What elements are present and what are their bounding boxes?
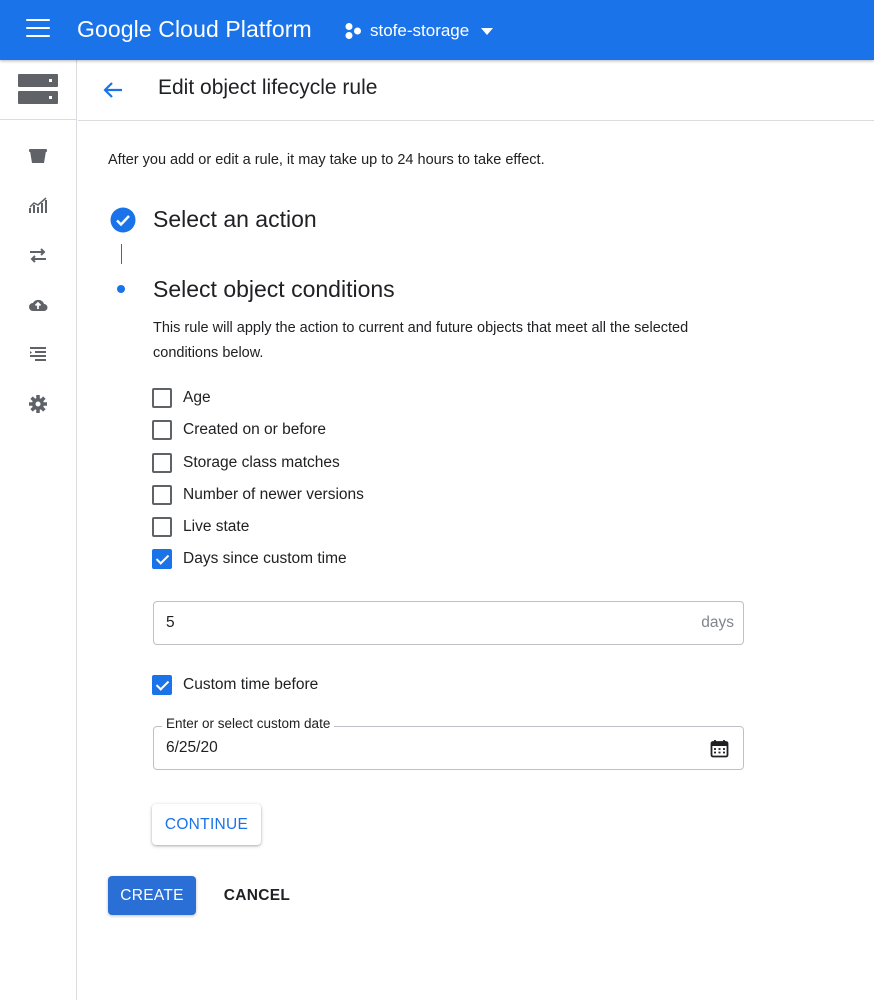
step-connector [121, 244, 122, 264]
calendar-icon[interactable] [710, 739, 729, 758]
condition-age-checkbox[interactable]: Age [152, 387, 211, 409]
custom-time-before-checkbox[interactable]: Custom time before [152, 674, 318, 696]
checkbox-label: Storage class matches [183, 454, 340, 471]
condition-created-before-checkbox[interactable]: Created on or before [152, 419, 326, 441]
checkbox[interactable] [152, 485, 172, 505]
condition-days-since-custom-time-checkbox[interactable]: Days since custom time [152, 548, 347, 570]
hamburger-menu-icon[interactable] [26, 19, 50, 39]
storage-icon[interactable] [18, 74, 58, 104]
checkbox[interactable] [152, 453, 172, 473]
checkbox-label: Custom time before [183, 676, 319, 693]
step-select-action[interactable]: Select an action [153, 206, 317, 233]
brand-title[interactable]: Google Cloud Platform [77, 16, 312, 43]
checkbox-checked[interactable] [152, 549, 172, 569]
arrow-back-icon[interactable] [100, 77, 126, 103]
step-select-conditions: Select object conditions [153, 276, 395, 302]
checkbox-label: Live state [183, 518, 250, 535]
step-description: This rule will apply the action to curre… [153, 320, 689, 361]
checkbox-label: Age [183, 389, 211, 406]
list-icon[interactable] [27, 343, 49, 365]
date-value[interactable]: 6/25/20 [166, 739, 218, 757]
project-nodes-icon [345, 23, 361, 39]
condition-newer-versions-checkbox[interactable]: Number of newer versions [152, 484, 364, 506]
active-step-indicator [117, 285, 125, 293]
sidebar-header [0, 60, 77, 120]
caret-down-icon [481, 27, 494, 35]
info-notice: After you add or edit a rule, it may tak… [108, 152, 545, 168]
days-value[interactable]: 5 [166, 614, 175, 632]
condition-storage-class-checkbox[interactable]: Storage class matches [152, 452, 340, 474]
project-selector[interactable]: stofe-storage [344, 18, 494, 44]
create-button[interactable]: CREATE [108, 876, 196, 915]
bucket-icon[interactable] [27, 145, 49, 167]
date-field-label: Enter or select custom date [162, 716, 335, 731]
checkbox-label: Days since custom time [183, 550, 347, 567]
cloud-upload-icon[interactable] [27, 294, 49, 316]
side-navigation [0, 60, 77, 1000]
checkbox-checked[interactable] [152, 675, 172, 695]
condition-live-state-checkbox[interactable]: Live state [152, 516, 249, 538]
project-name: stofe-storage [370, 21, 470, 40]
checkbox[interactable] [152, 517, 172, 537]
top-app-bar: Google Cloud Platform stofe-storage [0, 0, 874, 60]
checkbox[interactable] [152, 388, 172, 408]
custom-date-input[interactable]: Enter or select custom date 6/25/20 [153, 716, 744, 770]
cancel-button[interactable]: CANCEL [212, 876, 302, 915]
days-suffix: days [701, 614, 734, 631]
page-title: Edit object lifecycle rule [158, 76, 378, 99]
check-circle-icon [110, 207, 136, 233]
monitoring-chart-icon[interactable] [27, 195, 49, 217]
checkbox-label: Number of newer versions [183, 486, 364, 503]
checkbox-label: Created on or before [183, 421, 327, 438]
continue-button[interactable]: CONTINUE [152, 804, 261, 845]
settings-gear-icon[interactable] [27, 393, 49, 415]
days-input[interactable]: 5 days [153, 601, 744, 645]
checkbox[interactable] [152, 420, 172, 440]
transfer-arrows-icon[interactable] [27, 244, 49, 266]
page-header: Edit object lifecycle rule [78, 60, 874, 121]
